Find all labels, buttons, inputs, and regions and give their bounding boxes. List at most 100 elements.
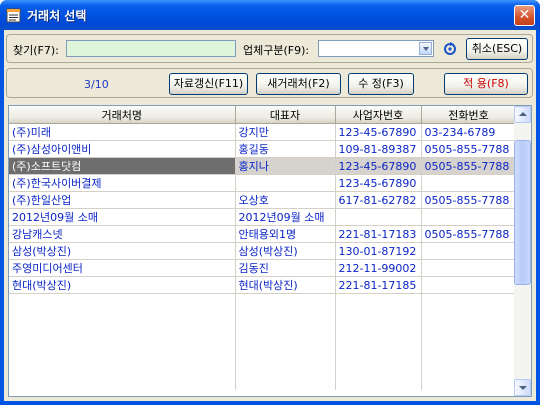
cell-rep[interactable]: 김동진 <box>235 259 336 277</box>
scroll-up-icon[interactable] <box>514 106 531 123</box>
dialog-window: 거래처 선택 ✕ 찾기(F7): 업체구분(F9): 취소(ESC) 3/10 … <box>0 0 540 405</box>
empty-cell <box>421 374 517 390</box>
client-grid: 거래처명 대표자 사업자번호 전화번호 (주)미래 강지만 123-45-67890… <box>9 106 517 390</box>
cell-name[interactable]: (주)미래 <box>9 123 236 141</box>
empty-cell <box>235 293 336 310</box>
refresh-data-button[interactable]: 자료갱신(F11) <box>169 73 248 95</box>
cancel-button[interactable]: 취소(ESC) <box>466 38 528 60</box>
cell-phone[interactable]: 0505-855-7788 <box>421 191 517 209</box>
scroll-down-icon[interactable] <box>514 379 531 396</box>
empty-row <box>9 358 517 374</box>
cell-phone[interactable] <box>421 276 517 294</box>
cell-rep[interactable]: 홍길동 <box>235 140 336 158</box>
cell-bizno[interactable]: 123-45-67890 <box>335 123 422 141</box>
cell-rep[interactable]: 2012년09월 소매 <box>235 208 336 226</box>
cell-name[interactable]: (주)한국사이버결제 <box>9 174 236 192</box>
cell-name[interactable]: 2012년09월 소매 <box>9 208 236 226</box>
action-panel: 3/10 자료갱신(F11) 새거래처(F2) 수 정(F3) 적 용(F8) <box>6 68 533 98</box>
empty-cell <box>9 374 236 390</box>
cell-bizno[interactable]: 123-45-67890 <box>335 157 422 175</box>
empty-row <box>9 374 517 390</box>
cell-name[interactable]: (주)삼성아이앤비 <box>9 140 236 158</box>
empty-cell <box>9 310 236 326</box>
dialog-body: 찾기(F7): 업체구분(F9): 취소(ESC) 3/10 자료갱신(F11)… <box>4 30 536 401</box>
apply-button[interactable]: 적 용(F8) <box>444 73 528 95</box>
table-row[interactable]: (주)한국사이버결제 123-45-67890 <box>9 174 517 192</box>
empty-cell <box>421 326 517 342</box>
cell-rep[interactable]: 홍지나 <box>235 157 336 175</box>
cell-rep[interactable]: 현대(박상진) <box>235 276 336 294</box>
cell-rep[interactable] <box>235 174 336 192</box>
cell-phone[interactable]: 0505-855-7788 <box>421 225 517 243</box>
table-row[interactable]: (주)삼성아이앤비 홍길동 109-81-89387 0505-855-7788 <box>9 140 517 158</box>
empty-cell <box>335 358 422 374</box>
table-row[interactable]: (주)한일산업 오상호 617-81-62782 0505-855-7788 <box>9 191 517 209</box>
cell-phone[interactable] <box>421 174 517 192</box>
column-header-name[interactable]: 거래처명 <box>9 106 236 124</box>
empty-cell <box>235 342 336 358</box>
empty-row <box>9 342 517 358</box>
edit-button[interactable]: 수 정(F3) <box>348 73 414 95</box>
cell-phone[interactable] <box>421 242 517 260</box>
close-button[interactable]: ✕ <box>514 5 535 26</box>
cell-bizno[interactable]: 130-01-87192 <box>335 242 422 260</box>
empty-cell <box>235 326 336 342</box>
cell-bizno[interactable]: 123-45-67890 <box>335 174 422 192</box>
empty-row <box>9 326 517 342</box>
column-header-rep[interactable]: 대표자 <box>235 106 336 124</box>
cell-name[interactable]: 현대(박상진) <box>9 276 236 294</box>
chevron-down-icon[interactable] <box>419 42 432 55</box>
find-input[interactable] <box>66 40 236 57</box>
cell-bizno[interactable]: 221-81-17183 <box>335 225 422 243</box>
cell-bizno[interactable] <box>335 208 422 226</box>
empty-cell <box>9 326 236 342</box>
empty-cell <box>335 310 422 326</box>
vertical-scrollbar[interactable] <box>514 106 531 396</box>
empty-cell <box>235 374 336 390</box>
cell-rep[interactable]: 오상호 <box>235 191 336 209</box>
cell-rep[interactable]: 강지만 <box>235 123 336 141</box>
table-row[interactable]: (주)미래 강지만 123-45-67890 03-234-6789 <box>9 123 517 141</box>
column-header-phone[interactable]: 전화번호 <box>421 106 517 124</box>
search-panel: 찾기(F7): 업체구분(F9): 취소(ESC) <box>6 34 533 63</box>
empty-cell <box>235 358 336 374</box>
cell-phone[interactable] <box>421 208 517 226</box>
empty-cell <box>9 293 236 310</box>
empty-cell <box>335 374 422 390</box>
cell-phone[interactable]: 0505-855-7788 <box>421 157 517 175</box>
table-row[interactable]: 현대(박상진) 현대(박상진) 221-81-17185 <box>9 276 517 294</box>
column-header-bizno[interactable]: 사업자번호 <box>335 106 422 124</box>
table-header: 거래처명 대표자 사업자번호 전화번호 <box>9 106 517 124</box>
new-client-button[interactable]: 새거래처(F2) <box>256 73 341 95</box>
cell-bizno[interactable]: 221-81-17185 <box>335 276 422 294</box>
table-row[interactable]: 주영미디어센터 김동진 212-11-99002 <box>9 259 517 277</box>
empty-row <box>9 310 517 326</box>
cell-bizno[interactable]: 617-81-62782 <box>335 191 422 209</box>
scroll-thumb[interactable] <box>514 140 531 285</box>
find-label: 찾기(F7): <box>13 44 59 57</box>
company-type-select[interactable] <box>318 40 434 57</box>
cell-phone[interactable]: 0505-855-7788 <box>421 140 517 158</box>
empty-cell <box>335 326 422 342</box>
cell-name[interactable]: (주)한일산업 <box>9 191 236 209</box>
cell-phone[interactable]: 03-234-6789 <box>421 123 517 141</box>
cell-rep[interactable]: 삼성(박상진) <box>235 242 336 260</box>
cell-name[interactable]: 주영미디어센터 <box>9 259 236 277</box>
table-row[interactable]: 2012년09월 소매 2012년09월 소매 <box>9 208 517 226</box>
table-row[interactable]: (주)소프트닷컴 홍지나 123-45-67890 0505-855-7788 <box>9 157 517 175</box>
cell-name[interactable]: 삼성(박상진) <box>9 242 236 260</box>
cell-phone[interactable] <box>421 259 517 277</box>
refresh-icon[interactable] <box>443 40 457 56</box>
cell-name[interactable]: (주)소프트닷컴 <box>9 157 236 175</box>
table-row[interactable]: 강남캐스넷 안태용외1명 221-81-17183 0505-855-7788 <box>9 225 517 243</box>
cell-bizno[interactable]: 212-11-99002 <box>335 259 422 277</box>
cell-rep[interactable]: 안태용외1명 <box>235 225 336 243</box>
empty-row <box>9 293 517 310</box>
cell-name[interactable]: 강남캐스넷 <box>9 225 236 243</box>
empty-cell <box>421 293 517 310</box>
empty-cell <box>421 342 517 358</box>
window-title: 거래처 선택 <box>27 9 87 23</box>
table-row[interactable]: 삼성(박상진) 삼성(박상진) 130-01-87192 <box>9 242 517 260</box>
title-bar[interactable]: 거래처 선택 ✕ <box>0 0 540 30</box>
cell-bizno[interactable]: 109-81-89387 <box>335 140 422 158</box>
